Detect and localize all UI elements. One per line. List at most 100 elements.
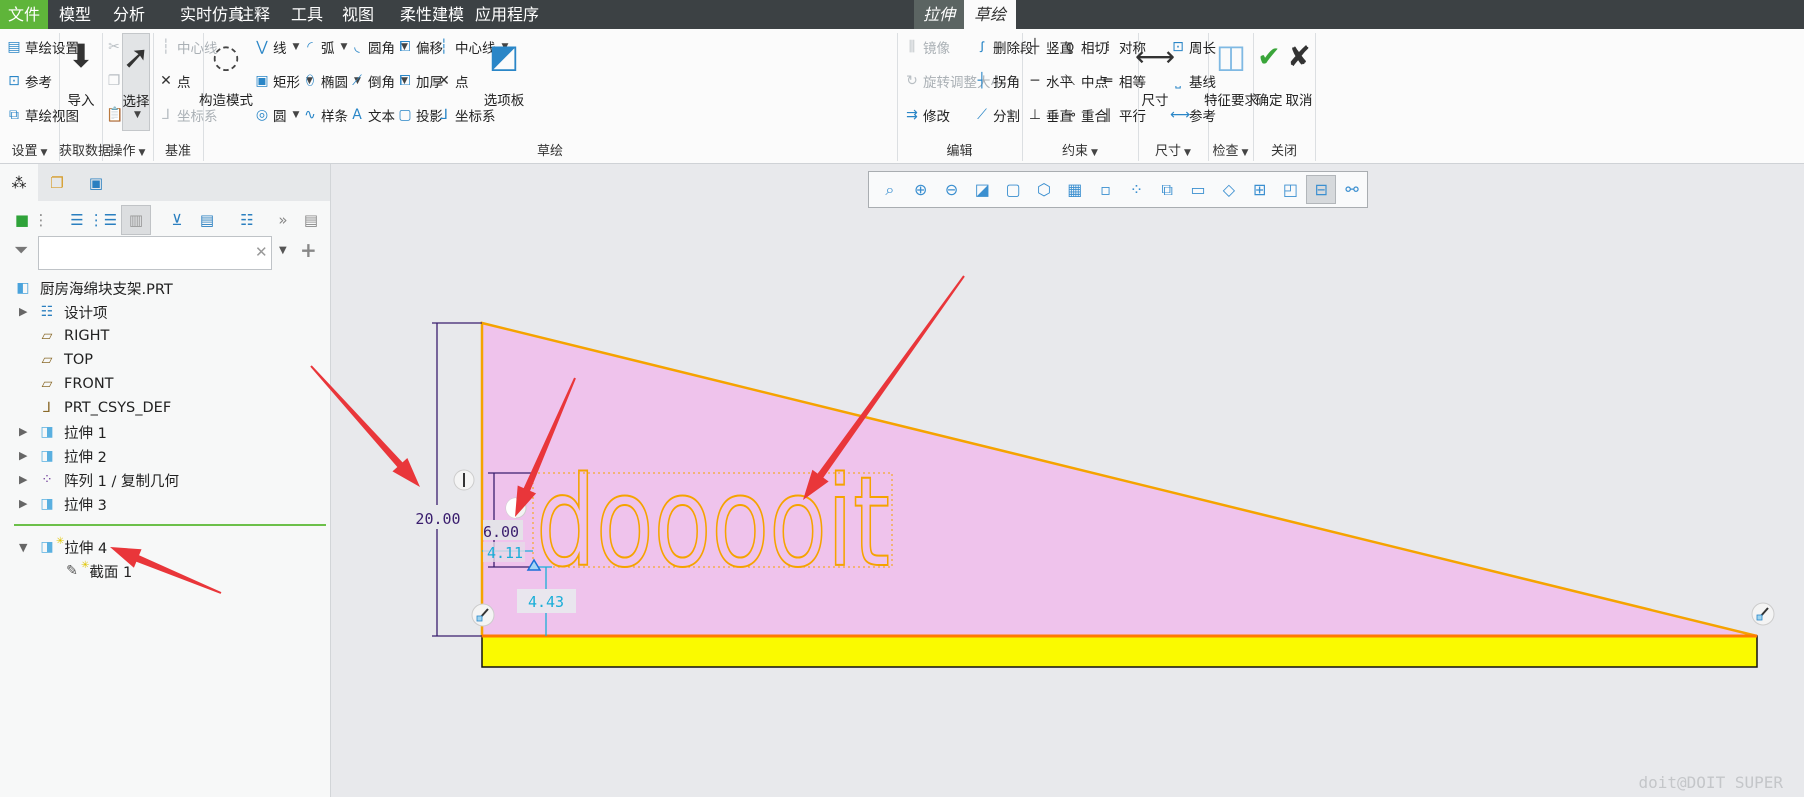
dimension-text-height[interactable]: 6.00 [483, 523, 519, 541]
reference-button[interactable]: ⊡ 参考 [6, 68, 52, 94]
menu-tab-9[interactable]: 拉伸 [914, 0, 964, 29]
tree-item[interactable]: ◨ 拉伸 3 [38, 493, 106, 515]
annotation-display-icon[interactable]: ▭ [1183, 175, 1213, 204]
divide-button[interactable]: ⟋ 分割 [974, 102, 1020, 128]
cancel-x-button[interactable]: ✘ 取消 [1269, 33, 1329, 110]
sketch-view-icon[interactable]: ▫ [1091, 175, 1121, 204]
circle-button[interactable]: ◎ 圆 ▼ [254, 102, 300, 128]
copy-button[interactable]: ❐ [106, 68, 122, 94]
menu-tab-7[interactable]: 柔性建模 [400, 0, 464, 29]
tree-item[interactable]: ◨ 拉伸 2 [38, 445, 106, 467]
tree-item-child[interactable]: ✎ ✳ 截面 1 [63, 560, 132, 582]
chevron-down-icon[interactable]: ▼ [41, 148, 48, 158]
spin-center-icon[interactable]: ⧉ [1152, 175, 1182, 204]
zoom-in-icon[interactable]: ⊕ [906, 175, 936, 204]
chevron-down-icon[interactable]: ▼ [1242, 148, 1249, 158]
tree-item[interactable]: ▱ FRONT [38, 373, 114, 395]
collapse-toggle-icon[interactable]: ▼ [19, 541, 27, 554]
tree-settings-icon[interactable]: ▤ [194, 205, 220, 235]
mirror-button[interactable]: ⫼ 镜像 [904, 34, 950, 60]
vertex-display-icon[interactable]: ⚯ [1337, 175, 1367, 204]
insert-here-marker[interactable] [14, 524, 326, 526]
tree-item-active[interactable]: ◨ ✳ 拉伸 4 [38, 536, 107, 558]
grip-icon[interactable]: ⋮ [28, 205, 54, 235]
repaint-icon[interactable]: ◪ [967, 175, 997, 204]
model-tree-icon[interactable]: ⁂ [0, 164, 38, 201]
point-button[interactable]: ✕ 点 [158, 68, 190, 94]
corner-button[interactable]: ┤ 拐角 [974, 68, 1020, 94]
menu-tab-1[interactable]: 模型 [58, 0, 92, 29]
arc-button[interactable]: ◜ 弧 ▼ [302, 34, 347, 60]
delete-segment-button[interactable]: ꭍ 删除段 [974, 34, 1033, 60]
tree-filter-icon[interactable]: ⊻ [164, 205, 190, 235]
datum-display-icon[interactable]: ⁘ [1122, 175, 1152, 204]
chevron-down-icon[interactable]: ▼ [1184, 148, 1191, 158]
menu-tab-2[interactable]: 分析 [112, 0, 146, 29]
tree-item[interactable]: ▱ TOP [38, 349, 93, 371]
line-button[interactable]: ⋁ 线 ▼ [254, 34, 299, 60]
sketch-text[interactable]: dooooit [535, 450, 891, 596]
notes-icon[interactable]: ▤ [298, 205, 324, 235]
construction-mode-button[interactable]: ◌ 构造模式 [196, 33, 256, 109]
point-button[interactable]: ✕ 点 [436, 68, 468, 94]
text-origin-marker[interactable] [526, 558, 542, 571]
tree-root[interactable]: ◧ 厨房海绵块支架.PRT [14, 277, 172, 299]
select-arrow-button[interactable]: ➚ 选择 ▼ [122, 33, 150, 131]
expand-toggle-icon[interactable]: ▶ [19, 305, 27, 318]
menu-tab-0[interactable]: 文件 [0, 0, 48, 29]
constraint-coincident-icon[interactable] [1751, 602, 1775, 626]
tree-search-input[interactable] [38, 236, 272, 270]
filter-icon[interactable]: ⏷ [14, 240, 28, 261]
display-style-icon[interactable]: ▢ [998, 175, 1028, 204]
dimension-height[interactable]: 20.00 [415, 510, 460, 528]
tree-item[interactable]: ⅃ PRT_CSYS_DEF [38, 397, 171, 419]
favorites-folder-icon[interactable]: ▣ [77, 164, 115, 201]
constraint-vertical-icon[interactable] [453, 469, 475, 491]
modify-button[interactable]: ⇉ 修改 [904, 102, 950, 128]
dimension-display-icon[interactable]: ⊞ [1245, 175, 1275, 204]
dimension-text-offset-y[interactable]: 4.43 [528, 593, 564, 611]
expand-toggle-icon[interactable]: ▶ [19, 449, 27, 462]
layers-icon[interactable]: ❐ [38, 164, 76, 201]
constraint-coincident-icon[interactable] [471, 603, 495, 627]
tree-expand-icon[interactable]: ⋮☰ [89, 205, 117, 235]
tree-item[interactable]: ☷ 设计项 [38, 301, 108, 323]
tree-item[interactable]: ◨ 拉伸 1 [38, 421, 106, 443]
expand-toggle-icon[interactable]: ▶ [19, 473, 27, 486]
expand-toggle-icon[interactable]: ▶ [19, 497, 27, 510]
cut-button[interactable]: ✂ [106, 34, 122, 60]
spline-button[interactable]: ∿ 样条 [302, 102, 348, 128]
import-button[interactable]: ⬇ 导入 [51, 33, 111, 109]
text-button[interactable]: A 文本 [349, 102, 395, 128]
tree-columns-icon[interactable]: ☰ [64, 205, 90, 235]
chevron-down-icon[interactable]: ▼ [139, 148, 146, 158]
saved-orientations-icon[interactable]: ⬡ [1029, 175, 1059, 204]
dimension-text-offset-x[interactable]: 4.11 [487, 544, 523, 562]
clear-search-icon[interactable]: ✕ [255, 243, 268, 261]
menu-tab-5[interactable]: 工具 [290, 0, 324, 29]
tree-item[interactable]: ⁘ 阵列 1 / 复制几何 [38, 469, 179, 491]
palette-button[interactable]: ◩ 选项板 [474, 33, 534, 109]
grid-display-icon[interactable]: ⊟ [1306, 175, 1337, 204]
constraint-display-icon[interactable]: ◰ [1276, 175, 1306, 204]
details-icon[interactable]: ☷ [234, 205, 260, 235]
expand-toggle-icon[interactable]: ▶ [19, 425, 27, 438]
tree-item[interactable]: ▱ RIGHT [38, 325, 110, 347]
menu-tab-10[interactable]: 草绘 [964, 0, 1016, 29]
paste-button[interactable]: 📋 [106, 102, 123, 128]
menu-tab-8[interactable]: 应用程序 [475, 0, 539, 29]
perspective-icon[interactable]: ◇ [1214, 175, 1244, 204]
menu-tab-3[interactable]: 实时仿真 [180, 0, 244, 29]
more-icon[interactable]: » [270, 205, 296, 235]
filter-dropdown-icon[interactable]: ▼ [279, 245, 287, 256]
add-filter-icon[interactable]: + [300, 238, 317, 262]
show-hide-icon[interactable]: ▥ [121, 205, 151, 235]
refit-icon[interactable]: ⌕ [875, 175, 905, 204]
chevron-down-icon[interactable]: ▼ [1091, 148, 1098, 158]
menu-tab-6[interactable]: 视图 [340, 0, 376, 29]
view-manager-icon[interactable]: ▦ [1060, 175, 1090, 204]
constraint-half-circle-icon[interactable] [505, 497, 527, 519]
zoom-out-icon[interactable]: ⊖ [937, 175, 967, 204]
menu-tab-4[interactable]: 注释 [236, 0, 272, 29]
triangle-sketch[interactable] [480, 321, 1758, 638]
